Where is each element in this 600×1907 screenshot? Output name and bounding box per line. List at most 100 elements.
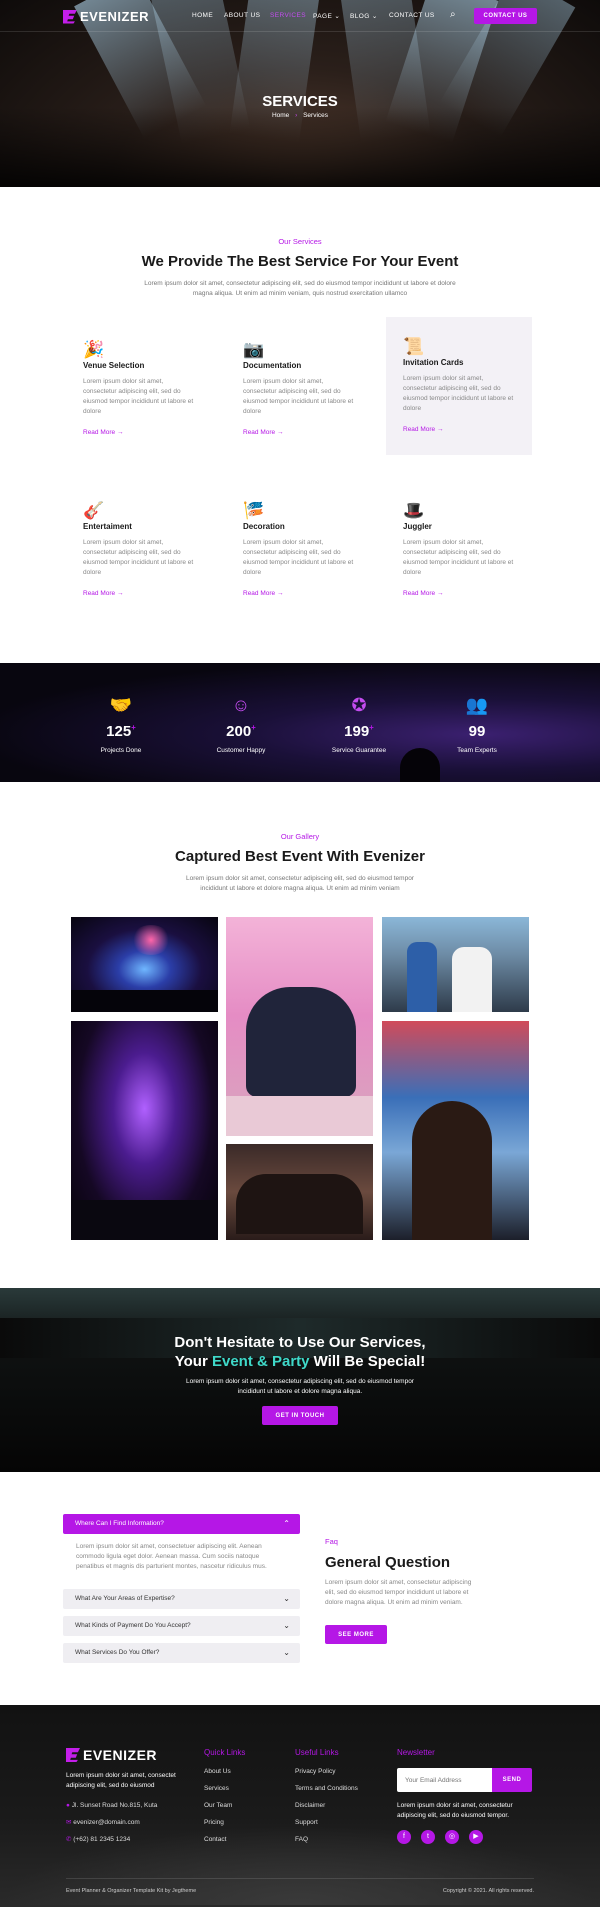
useful-link[interactable]: Disclaimer — [295, 1797, 358, 1814]
service-card-juggler[interactable]: 🎩 Juggler Lorem ipsum dolor sit amet, co… — [389, 478, 535, 616]
brand-logo[interactable]: EVENIZER — [63, 9, 149, 24]
read-more-link[interactable]: Read More → — [403, 426, 443, 433]
nav-contact-us[interactable]: CONTACT US — [389, 12, 435, 19]
footer-logo[interactable]: EVENIZER — [66, 1747, 157, 1763]
services-description: Lorem ipsum dolor sit amet, consectetur … — [130, 279, 470, 299]
instagram-icon[interactable]: ◎ — [445, 1830, 459, 1844]
service-card-title: Juggler — [403, 522, 432, 531]
get-in-touch-button[interactable]: GET IN TOUCH — [262, 1406, 338, 1425]
useful-link[interactable]: Support — [295, 1814, 358, 1831]
team-icon: 👥 — [465, 695, 489, 715]
faq-item[interactable]: What Are Your Areas of Expertise? ⌄ — [63, 1589, 300, 1609]
service-card-documentation[interactable]: 📷 Documentation Lorem ipsum dolor sit am… — [229, 317, 375, 455]
chevron-down-icon: ⌄ — [283, 1648, 290, 1657]
faq-item-open[interactable]: Where Can I Find Information? ⌃ — [63, 1514, 300, 1534]
footer-about-line: Lorem ipsum dolor sit amet, consectet — [66, 1772, 176, 1779]
useful-link[interactable]: Terms and Conditions — [295, 1780, 358, 1797]
stat-plus: + — [251, 723, 256, 732]
gallery-image-party-friends[interactable] — [226, 917, 373, 1136]
gallery-image-concert-fireworks[interactable] — [71, 917, 218, 1012]
chevron-down-icon: ⌄ — [283, 1621, 290, 1630]
gallery-tag: Our Gallery — [280, 832, 320, 841]
nav-home[interactable]: HOME — [192, 12, 213, 19]
useful-link[interactable]: FAQ — [295, 1831, 358, 1848]
page-title: SERVICES — [262, 93, 338, 110]
services-title: We Provide The Best Service For Your Eve… — [141, 253, 459, 270]
useful-links-list: Privacy Policy Terms and Conditions Disc… — [295, 1763, 358, 1848]
search-icon[interactable]: ⌕ — [450, 9, 456, 20]
stat-plus: + — [369, 723, 374, 732]
read-more-link[interactable]: Read More → — [403, 590, 443, 597]
cta-description: Lorem ipsum dolor sit amet, consectetur … — [150, 1377, 450, 1397]
nav-blog-label: BLOG — [350, 13, 370, 20]
service-card-venue-selection[interactable]: 🎉 Venue Selection Lorem ipsum dolor sit … — [69, 317, 215, 455]
service-card-title: Documentation — [243, 361, 302, 370]
stat-customer-happy: ☺ 200+ Customer Happy — [191, 695, 291, 754]
service-card-decoration[interactable]: 🎏 Decoration Lorem ipsum dolor sit amet,… — [229, 478, 375, 616]
faq-tag: Faq — [325, 1537, 338, 1546]
map-pin-icon: ● — [66, 1802, 70, 1809]
useful-link[interactable]: Privacy Policy — [295, 1763, 358, 1780]
arrow-right-icon: → — [436, 426, 444, 433]
quick-link[interactable]: Our Team — [204, 1797, 232, 1814]
cta-title-line: Your Event & Party Will Be Special! — [0, 1352, 600, 1371]
faq-desc-line: elit, sed do eiusmod tempor incididunt u… — [325, 1589, 469, 1596]
breadcrumb: Home › Services — [0, 112, 600, 119]
gallery-image-celebration[interactable] — [226, 1144, 373, 1240]
nav-page[interactable]: PAGE ⌄ — [313, 12, 340, 20]
faq-item[interactable]: What Kinds of Payment Do You Accept? ⌄ — [63, 1616, 300, 1636]
stat-value: 199 — [344, 723, 370, 740]
see-more-button[interactable]: SEE MORE — [325, 1625, 387, 1644]
breadcrumb-home[interactable]: Home — [272, 112, 289, 119]
faq-question: What Kinds of Payment Do You Accept? — [75, 1622, 191, 1629]
newsletter-send-button[interactable]: SEND — [492, 1768, 532, 1792]
footer-phone[interactable]: ✆ (+62) 81 2345 1234 — [66, 1831, 130, 1848]
contact-us-button[interactable]: CONTACT US — [474, 8, 537, 24]
groom — [407, 942, 437, 1012]
faq-desc-line: Lorem ipsum dolor sit amet, consectetur … — [325, 1579, 472, 1586]
gallery-image-wedding-couple[interactable] — [382, 917, 529, 1012]
footer-about-line: adipiscing elit, sed do eiusmod — [66, 1782, 155, 1789]
quick-link[interactable]: Pricing — [204, 1814, 232, 1831]
gallery-image-dj-stage[interactable] — [71, 1021, 218, 1240]
youtube-icon[interactable]: ▶ — [469, 1830, 483, 1844]
service-card-invitation-cards[interactable]: 📜 Invitation Cards Lorem ipsum dolor sit… — [386, 317, 532, 455]
newsletter-desc-line: Lorem ipsum dolor sit amet, consectetur — [397, 1802, 513, 1809]
stat-value: 99 — [468, 723, 486, 740]
confetti-floor — [226, 1096, 373, 1136]
twitter-icon[interactable]: t — [421, 1830, 435, 1844]
quick-link[interactable]: About Us — [204, 1763, 232, 1780]
stat-service-guarantee: ✪ 199+ Service Guarantee — [309, 695, 409, 754]
stat-value: 200 — [226, 723, 252, 740]
stat-label: Projects Done — [100, 747, 142, 754]
stat-value: 125 — [106, 723, 132, 740]
cta-desc-line: incididunt ut labore et dolore magna ali… — [237, 1388, 363, 1395]
quick-link[interactable]: Contact — [204, 1831, 232, 1848]
facebook-icon[interactable]: f — [397, 1830, 411, 1844]
nav-services[interactable]: SERVICES — [270, 12, 306, 19]
newsletter-email-input[interactable] — [397, 1768, 492, 1792]
nav-blog[interactable]: BLOG ⌄ — [350, 12, 378, 20]
read-more-link[interactable]: Read More → — [83, 590, 123, 597]
read-more-label: Read More — [243, 429, 276, 436]
service-card-description: Lorem ipsum dolor sit amet, consectetur … — [243, 378, 354, 415]
handshake-icon: 🤝 — [109, 695, 133, 715]
read-more-link[interactable]: Read More → — [83, 429, 123, 436]
stat-team-experts: 👥 99 Team Experts — [427, 695, 527, 754]
faq-answer-line: Lorem ipsum dolor sit amet, consectetuer… — [76, 1543, 262, 1550]
faq-answer-line: commodo ligula eget dolor. Aenean massa.… — [76, 1553, 260, 1560]
faq-answer: Lorem ipsum dolor sit amet, consectetuer… — [76, 1542, 291, 1572]
chevron-up-icon: ⌃ — [283, 1519, 290, 1528]
cta-text: Your — [174, 1353, 212, 1370]
newsletter-description: Lorem ipsum dolor sit amet, consectetur … — [397, 1801, 513, 1821]
gallery-image-festival-crowd[interactable] — [382, 1021, 529, 1240]
faq-item[interactable]: What Services Do You Offer? ⌄ — [63, 1643, 300, 1663]
nav-about-us[interactable]: ABOUT US — [224, 12, 260, 19]
service-card-entertaiment[interactable]: 🎸 Entertaiment Lorem ipsum dolor sit ame… — [69, 478, 215, 616]
read-more-link[interactable]: Read More → — [243, 429, 283, 436]
arrow-right-icon: → — [276, 429, 284, 436]
quick-link[interactable]: Services — [204, 1780, 232, 1797]
read-more-link[interactable]: Read More → — [243, 590, 283, 597]
cta-title: Don't Hesitate to Use Our Services, Your… — [0, 1333, 600, 1371]
footer-email[interactable]: ✉ evenizer@domain.com — [66, 1814, 140, 1831]
